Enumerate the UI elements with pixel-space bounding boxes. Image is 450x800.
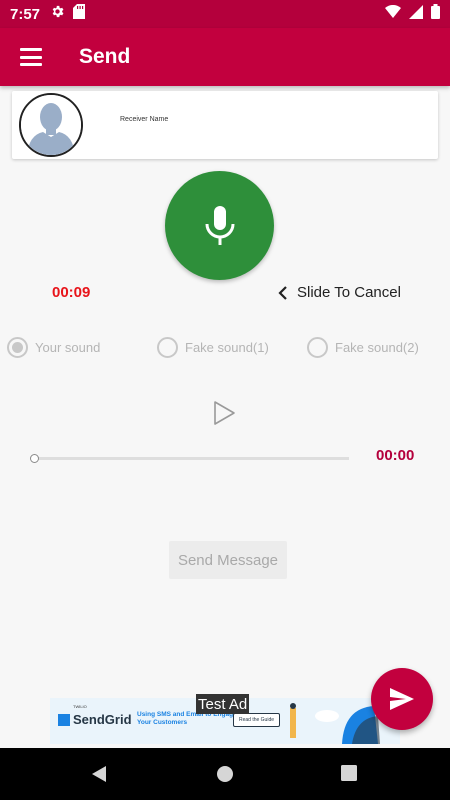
slide-to-cancel-label: Slide To Cancel [297,284,401,301]
app-bar: Send [0,28,450,86]
ad-brand-small: TWILIO [73,704,87,709]
battery-icon [431,4,440,24]
ad-cta-button[interactable]: Read the Guide [233,713,280,727]
receiver-name: Receiver Name [120,116,169,123]
radio-button[interactable] [307,337,328,358]
wifi-icon [385,4,401,23]
test-ad-label: Test Ad [196,694,250,714]
signal-icon [409,4,423,24]
radio-button[interactable] [157,337,178,358]
gear-icon [50,4,65,24]
send-fab-button[interactable] [371,668,433,730]
navigation-bar [0,748,450,800]
seek-thumb[interactable] [30,454,39,463]
radio-button[interactable] [7,337,28,358]
radio-label: Fake sound(2) [335,340,419,355]
status-right-icons [385,4,440,24]
sendgrid-logo: SendGrid [58,712,132,727]
radio-label: Your sound [35,340,101,355]
record-button[interactable] [165,171,274,280]
person-icon [21,95,81,155]
send-message-button[interactable]: Send Message [169,541,287,579]
sendgrid-logo-mark [58,713,70,726]
radio-your-sound[interactable]: Your sound [7,337,100,358]
radio-label: Fake sound(1) [185,340,269,355]
home-icon[interactable] [216,765,234,788]
play-icon [214,401,235,425]
chevron-left-icon [278,285,287,300]
menu-icon[interactable] [20,48,42,66]
send-icon [390,688,414,710]
status-time: 7:57 [10,5,41,23]
avatar [19,93,83,157]
radio-fake-sound-1[interactable]: Fake sound(1) [157,337,269,358]
slide-to-cancel[interactable]: Slide To Cancel [278,284,401,301]
sound-options: Your sound Fake sound(1) Fake sound(2) [0,337,450,361]
receiver-card[interactable]: Receiver Name [12,91,438,159]
sd-card-icon [73,4,86,24]
playback-duration: 00:00 [376,447,415,464]
recents-icon[interactable] [341,765,357,786]
radio-fake-sound-2[interactable]: Fake sound(2) [307,337,419,358]
page-title: Send [79,45,131,68]
ad-brand: SendGrid [73,712,132,727]
back-icon[interactable] [90,765,108,788]
play-button[interactable] [211,400,237,426]
seek-bar[interactable] [30,454,349,463]
microphone-icon [205,205,234,245]
recording-timer: 00:09 [52,284,91,301]
status-bar: 7:57 [0,0,450,28]
